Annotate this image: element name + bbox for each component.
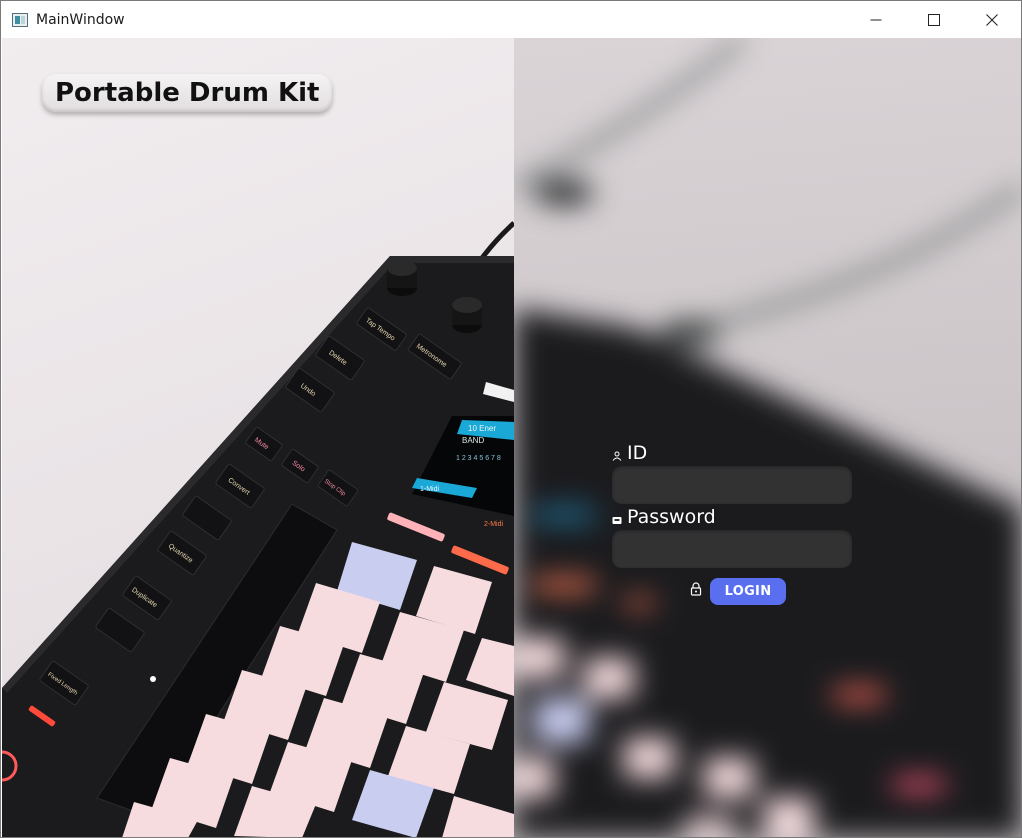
maximize-icon [928,13,940,26]
user-icon [612,451,622,461]
app-title: Portable Drum Kit [42,74,333,112]
window-controls [847,1,1021,38]
id-label-row: ID [612,440,856,466]
background-photo-sharp: Tap Tempo Metronome Delete Undo Mute Sol… [2,38,514,837]
screen-line2: BAND [462,436,484,445]
screen-line3: 1 2 3 4 5 6 7 8 [456,455,501,462]
main-window: MainWindow Tap Tempo Metronome Delete Un… [0,0,1022,838]
screen-line1: 10 Ener [468,424,496,433]
blurred-controller-image [514,38,1021,837]
window-title: MainWindow [36,11,125,28]
background-photo-blurred [514,38,1021,837]
knob [387,260,417,296]
login-actions: LOGIN [612,578,856,605]
close-button[interactable] [963,1,1021,38]
minimize-icon [870,19,882,20]
app-window-icon [12,12,28,27]
title-bar[interactable]: MainWindow [1,1,1021,38]
drum-controller-image: Tap Tempo Metronome Delete Undo Mute Sol… [2,221,514,837]
login-button[interactable]: LOGIN [710,578,786,605]
window-content: Tap Tempo Metronome Delete Undo Mute Sol… [2,38,1021,837]
password-input[interactable] [612,530,852,568]
screen-tab1: 1-Midi [420,486,440,493]
password-label-row: Password [612,504,856,530]
maximize-button[interactable] [905,1,963,38]
password-label: Password [627,506,716,528]
knob [452,297,482,333]
lock-icon [690,581,702,596]
minimize-button[interactable] [847,1,905,38]
key-icon [612,517,622,524]
screen-tab2: 2-Midi [484,521,504,528]
id-input[interactable] [612,466,852,504]
close-icon [986,13,998,26]
login-form: ID Password LOGIN [612,440,856,605]
id-label: ID [627,442,648,464]
